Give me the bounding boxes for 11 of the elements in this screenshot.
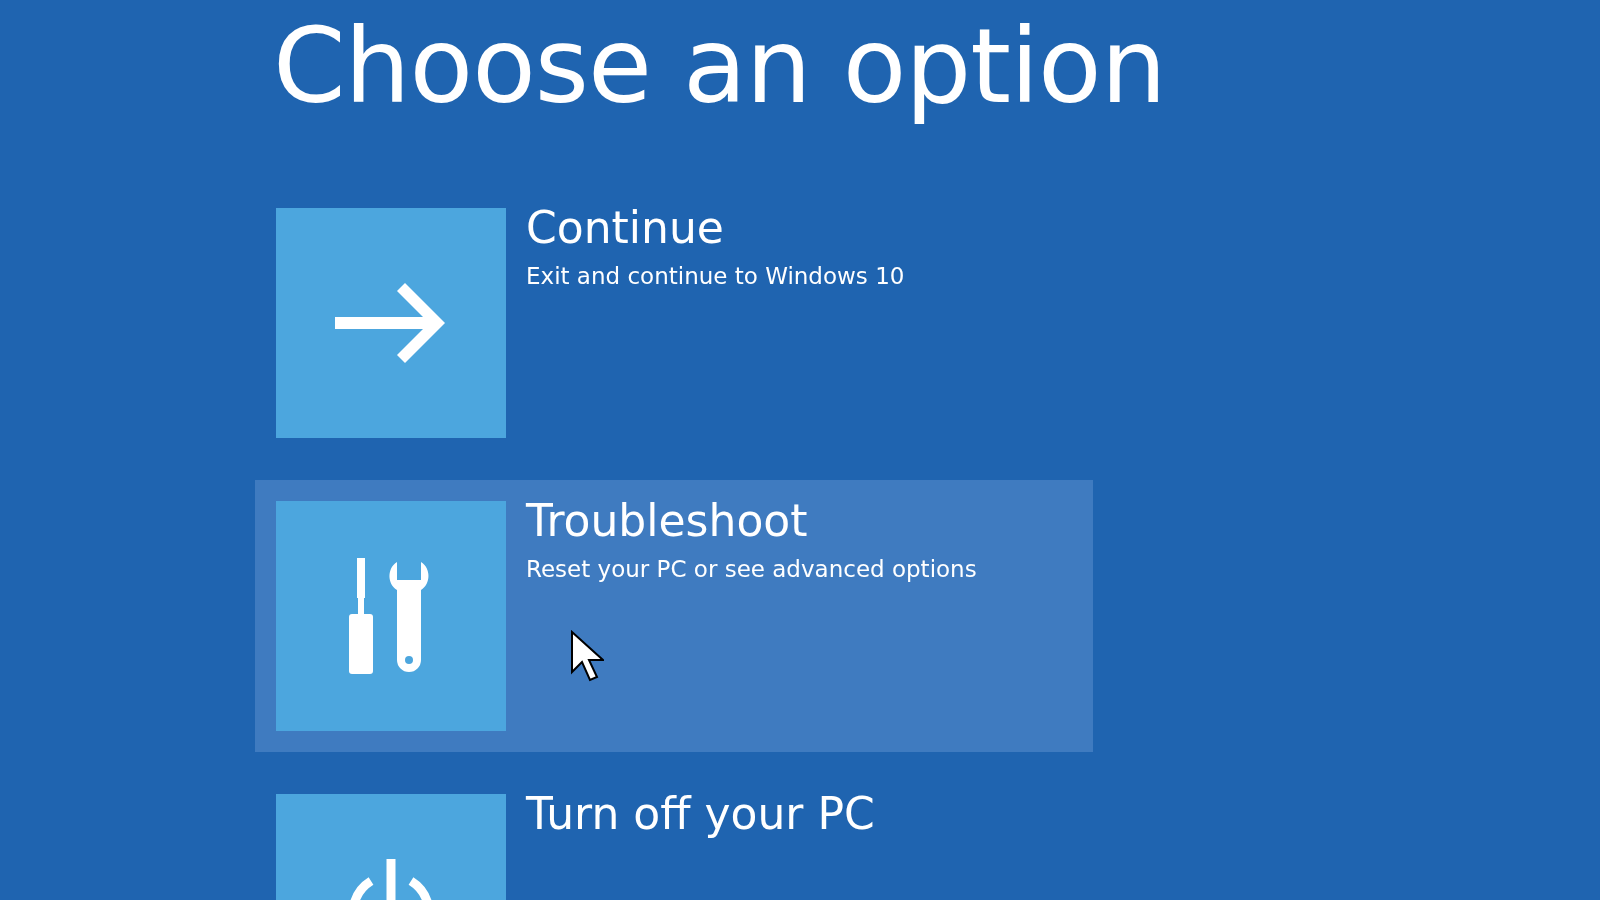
option-label: Continue — [526, 206, 725, 250]
option-description: Exit and continue to Windows 10 — [526, 264, 905, 290]
arrow-icon — [335, 283, 447, 363]
page-title: Choose an option — [273, 4, 1166, 129]
option-label: Troubleshoot — [526, 499, 809, 543]
option-label: Turn off your PC — [526, 792, 875, 836]
option-button[interactable]: Turn off your PC — [255, 773, 1093, 900]
option-description: Reset your PC or see advanced options — [526, 557, 977, 583]
option-button[interactable]: Continue Exit and continue to Windows 10 — [255, 187, 1093, 459]
option-button[interactable]: Troubleshoot Reset your PC or see advanced options — [255, 480, 1093, 752]
cursor-icon — [570, 630, 604, 682]
